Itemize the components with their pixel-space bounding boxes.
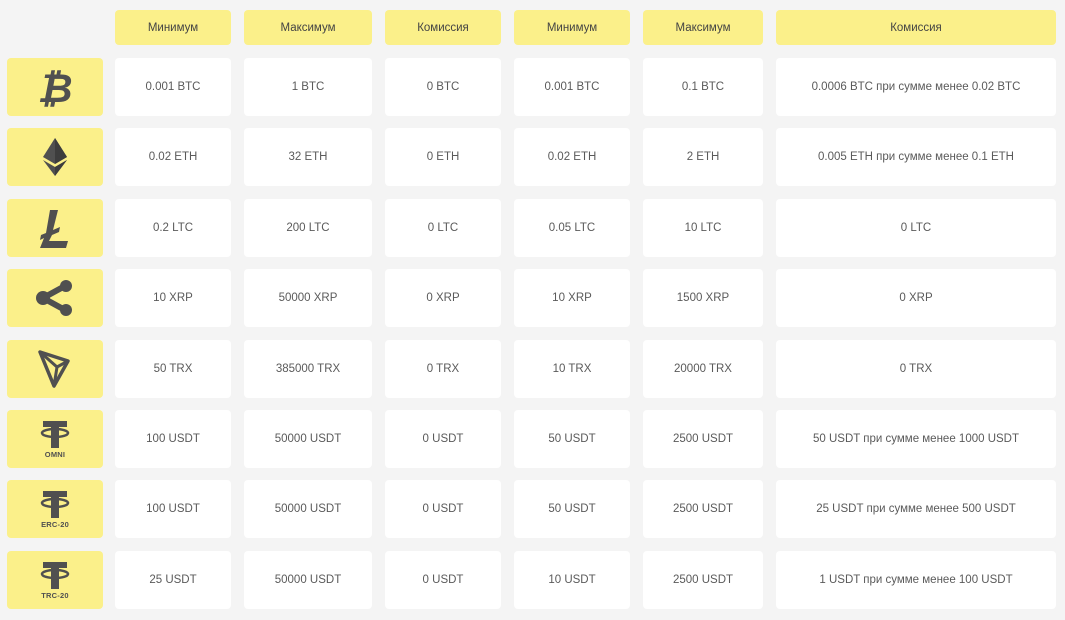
- cell-r2-c5: 0 LTC: [776, 199, 1056, 257]
- coin-cell-usdt-omni: OMNI: [7, 410, 103, 468]
- cell-r5-c0: 100 USDT: [115, 410, 231, 468]
- header-min-2: Минимум: [514, 10, 630, 45]
- coin-cell-usdt-erc20: ERC-20: [7, 480, 103, 538]
- cell-r7-c0: 25 USDT: [115, 551, 231, 609]
- cell-r1-c1: 32 ETH: [244, 128, 372, 186]
- tron-icon: [38, 350, 70, 388]
- cell-r2-c1: 200 LTC: [244, 199, 372, 257]
- cell-r1-c5: 0.005 ETH при сумме менее 0.1 ETH: [776, 128, 1056, 186]
- bitcoin-icon: ₿: [38, 67, 72, 107]
- coin-cell-eth: [7, 128, 103, 186]
- cell-r1-c0: 0.02 ETH: [115, 128, 231, 186]
- header-max-2: Максимум: [643, 10, 763, 45]
- cell-r1-c2: 0 ETH: [385, 128, 501, 186]
- cell-r4-c5: 0 TRX: [776, 340, 1056, 398]
- header-max-1: Максимум: [244, 10, 372, 45]
- tether-icon: [40, 562, 70, 589]
- cell-r7-c3: 10 USDT: [514, 551, 630, 609]
- cell-r2-c0: 0.2 LTC: [115, 199, 231, 257]
- coin-cell-ltc: [7, 199, 103, 257]
- cell-r3-c5: 0 XRP: [776, 269, 1056, 327]
- header-fee-1: Комиссия: [385, 10, 501, 45]
- cell-r4-c3: 10 TRX: [514, 340, 630, 398]
- network-label: ERC-20: [41, 520, 69, 529]
- cell-r6-c2: 0 USDT: [385, 480, 501, 538]
- cell-r6-c5: 25 USDT при сумме менее 500 USDT: [776, 480, 1056, 538]
- cell-r7-c5: 1 USDT при сумме менее 100 USDT: [776, 551, 1056, 609]
- coin-cell-usdt-trc20: TRC-20: [7, 551, 103, 609]
- ethereum-icon: [43, 138, 67, 176]
- cell-r5-c3: 50 USDT: [514, 410, 630, 468]
- network-label: OMNI: [44, 450, 66, 459]
- cell-r0-c0: 0.001 BTC: [115, 58, 231, 116]
- ripple-icon: [36, 280, 72, 316]
- cell-r6-c0: 100 USDT: [115, 480, 231, 538]
- tether-icon: [40, 421, 70, 448]
- cell-r3-c0: 10 XRP: [115, 269, 231, 327]
- cell-r7-c1: 50000 USDT: [244, 551, 372, 609]
- fees-table: Минимум Максимум Комиссия Минимум Максим…: [0, 0, 1065, 620]
- cell-r6-c4: 2500 USDT: [643, 480, 763, 538]
- cell-r4-c4: 20000 TRX: [643, 340, 763, 398]
- header-fee-2: Комиссия: [776, 10, 1056, 45]
- header-min-1: Минимум: [115, 10, 231, 45]
- cell-r4-c0: 50 TRX: [115, 340, 231, 398]
- coin-cell-xrp: [7, 269, 103, 327]
- cell-r5-c2: 0 USDT: [385, 410, 501, 468]
- cell-r1-c3: 0.02 ETH: [514, 128, 630, 186]
- cell-r6-c3: 50 USDT: [514, 480, 630, 538]
- tether-icon: [40, 491, 70, 518]
- cell-r5-c5: 50 USDT при сумме менее 1000 USDT: [776, 410, 1056, 468]
- litecoin-icon: [40, 210, 68, 248]
- cell-r5-c1: 50000 USDT: [244, 410, 372, 468]
- cell-r0-c1: 1 BTC: [244, 58, 372, 116]
- cell-r0-c4: 0.1 BTC: [643, 58, 763, 116]
- cell-r4-c1: 385000 TRX: [244, 340, 372, 398]
- cell-r2-c3: 0.05 LTC: [514, 199, 630, 257]
- cell-r7-c2: 0 USDT: [385, 551, 501, 609]
- coin-cell-trx: [7, 340, 103, 398]
- svg-text:₿: ₿: [38, 67, 72, 107]
- cell-r0-c5: 0.0006 BTC при сумме менее 0.02 BTC: [776, 58, 1056, 116]
- cell-r6-c1: 50000 USDT: [244, 480, 372, 538]
- cell-r5-c4: 2500 USDT: [643, 410, 763, 468]
- network-label: TRC-20: [41, 591, 69, 600]
- cell-r3-c2: 0 XRP: [385, 269, 501, 327]
- cell-r3-c4: 1500 XRP: [643, 269, 763, 327]
- cell-r0-c2: 0 BTC: [385, 58, 501, 116]
- coin-cell-btc: ₿: [7, 58, 103, 116]
- cell-r2-c2: 0 LTC: [385, 199, 501, 257]
- cell-r7-c4: 2500 USDT: [643, 551, 763, 609]
- cell-r2-c4: 10 LTC: [643, 199, 763, 257]
- cell-r1-c4: 2 ETH: [643, 128, 763, 186]
- cell-r3-c1: 50000 XRP: [244, 269, 372, 327]
- cell-r0-c3: 0.001 BTC: [514, 58, 630, 116]
- cell-r4-c2: 0 TRX: [385, 340, 501, 398]
- cell-r3-c3: 10 XRP: [514, 269, 630, 327]
